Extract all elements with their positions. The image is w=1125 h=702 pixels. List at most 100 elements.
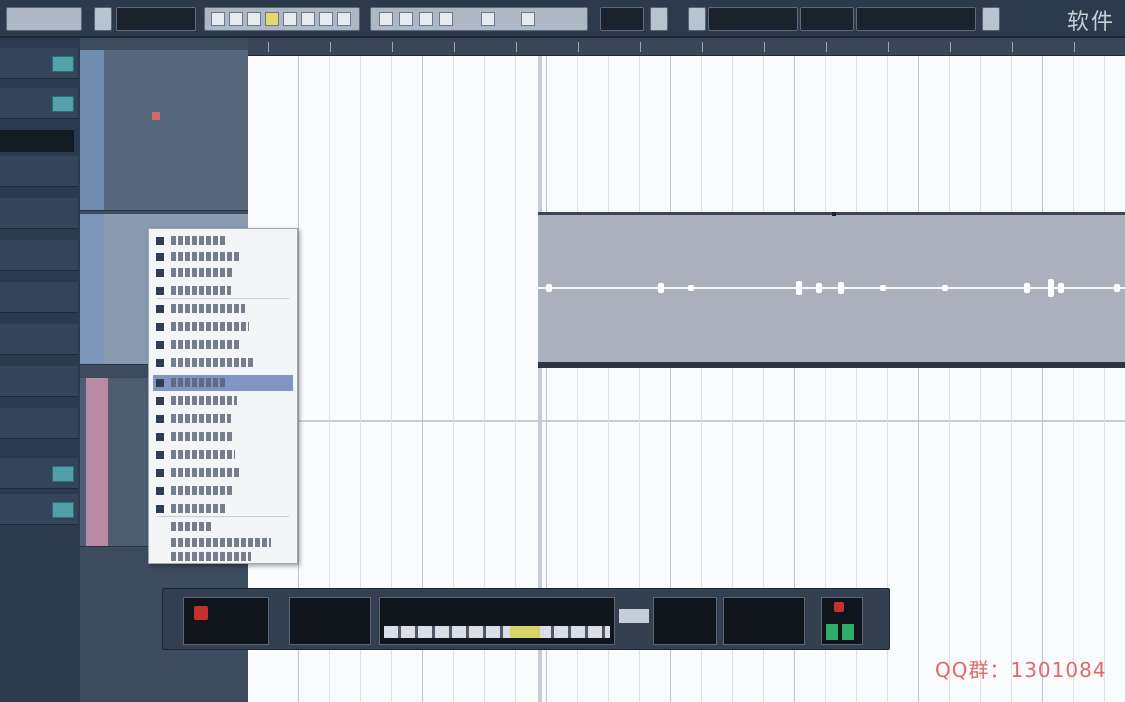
menu-item[interactable] bbox=[153, 375, 293, 391]
waveform-peak bbox=[1048, 279, 1054, 297]
toolbar-field-a[interactable] bbox=[600, 7, 644, 31]
menu-item[interactable] bbox=[153, 319, 293, 335]
grid-icon[interactable] bbox=[419, 12, 433, 26]
nudge-icon[interactable] bbox=[481, 12, 495, 26]
menu-item[interactable] bbox=[153, 411, 293, 427]
event-handle[interactable] bbox=[832, 212, 836, 216]
waveform-peak bbox=[838, 282, 844, 294]
transport-time-display bbox=[289, 597, 371, 645]
inspector-row[interactable] bbox=[0, 48, 78, 79]
toolbar-dropdown-button[interactable] bbox=[650, 7, 668, 31]
context-menu[interactable] bbox=[148, 228, 298, 564]
transport-meter bbox=[821, 597, 863, 645]
record-icon[interactable] bbox=[194, 606, 208, 620]
menu-item[interactable] bbox=[153, 355, 293, 371]
inspector-toggle[interactable] bbox=[52, 502, 74, 518]
erase-tool-icon[interactable] bbox=[283, 12, 297, 26]
menu-item-label bbox=[171, 450, 235, 459]
menu-item[interactable] bbox=[153, 337, 293, 353]
menu-item[interactable] bbox=[153, 465, 293, 481]
menu-item-icon bbox=[156, 341, 164, 349]
glue-tool-icon[interactable] bbox=[265, 12, 279, 26]
grid-line bbox=[1011, 56, 1012, 702]
record-enable-icon[interactable] bbox=[152, 112, 160, 120]
menu-separator bbox=[157, 298, 289, 299]
track-color-strip bbox=[86, 378, 108, 546]
menu-item[interactable] bbox=[153, 393, 293, 409]
inspector-row[interactable] bbox=[0, 156, 78, 187]
menu-item-icon bbox=[156, 253, 164, 261]
menu-item[interactable] bbox=[153, 483, 293, 499]
transport-buttons[interactable] bbox=[384, 626, 610, 638]
inspector-row[interactable] bbox=[0, 494, 78, 525]
toolbar-status-field bbox=[116, 7, 196, 31]
inspector-toggle[interactable] bbox=[52, 466, 74, 482]
menu-item[interactable] bbox=[153, 519, 293, 535]
inspector-row[interactable] bbox=[0, 240, 78, 271]
menu-item-label bbox=[171, 378, 225, 387]
menu-item-icon bbox=[156, 505, 164, 513]
play-button[interactable] bbox=[510, 626, 540, 638]
inspector-toggle[interactable] bbox=[52, 96, 74, 112]
ruler-tick bbox=[268, 42, 269, 52]
menu-item-label bbox=[171, 504, 227, 513]
split-tool-icon[interactable] bbox=[247, 12, 261, 26]
menu-item[interactable] bbox=[153, 265, 293, 281]
menu-item[interactable] bbox=[153, 549, 293, 565]
transport-main-controls bbox=[379, 597, 615, 645]
range-tool-icon[interactable] bbox=[229, 12, 243, 26]
menu-item-label bbox=[171, 522, 211, 531]
quantize-icon[interactable] bbox=[439, 12, 453, 26]
inspector-row[interactable] bbox=[0, 458, 78, 489]
inspector-row[interactable] bbox=[0, 198, 78, 229]
menu-item[interactable] bbox=[153, 429, 293, 445]
track-color-strip bbox=[80, 214, 104, 364]
ruler-tick bbox=[392, 42, 393, 52]
tempo-button[interactable] bbox=[619, 609, 649, 623]
inspector-row[interactable] bbox=[0, 408, 78, 439]
toolbar-toggle-button[interactable] bbox=[94, 7, 112, 31]
menu-item[interactable] bbox=[153, 283, 293, 299]
ruler-tick bbox=[888, 42, 889, 52]
snap-type-icon[interactable] bbox=[399, 12, 413, 26]
select-tool-icon[interactable] bbox=[211, 12, 225, 26]
menu-item-icon bbox=[156, 487, 164, 495]
ruler-tick bbox=[454, 42, 455, 52]
toolbar-extra-button[interactable] bbox=[982, 7, 1000, 31]
toolbar-mode-buttons[interactable] bbox=[6, 7, 82, 31]
inspector-row[interactable] bbox=[0, 88, 78, 119]
menu-item-label bbox=[171, 286, 231, 295]
timeline-ruler[interactable] bbox=[248, 38, 1125, 56]
inspector-row[interactable] bbox=[0, 366, 78, 397]
toolbar-field-c[interactable] bbox=[800, 7, 854, 31]
color-icon[interactable] bbox=[521, 12, 535, 26]
ruler-tick bbox=[330, 42, 331, 52]
toolbar-field-d[interactable] bbox=[856, 7, 976, 31]
inspector-toggle[interactable] bbox=[52, 56, 74, 72]
inspector-row[interactable] bbox=[0, 282, 78, 313]
menu-item[interactable] bbox=[153, 233, 293, 249]
menu-item[interactable] bbox=[153, 447, 293, 463]
menu-item[interactable] bbox=[153, 301, 293, 317]
menu-item-icon bbox=[156, 359, 164, 367]
waveform-peak bbox=[796, 281, 802, 295]
toolbar-option-button[interactable] bbox=[688, 7, 706, 31]
track-header-audio[interactable] bbox=[80, 50, 248, 211]
draw-tool-icon[interactable] bbox=[337, 12, 351, 26]
grid-line bbox=[918, 56, 919, 702]
menu-item-label bbox=[171, 552, 251, 561]
mute-tool-icon[interactable] bbox=[319, 12, 333, 26]
toolbar-field-b[interactable] bbox=[708, 7, 798, 31]
menu-item-icon bbox=[156, 433, 164, 441]
audio-event[interactable] bbox=[538, 212, 1125, 368]
transport-panel bbox=[162, 588, 890, 650]
menu-item[interactable] bbox=[153, 501, 293, 517]
menu-item-icon bbox=[156, 451, 164, 459]
ruler-tick bbox=[1012, 42, 1013, 52]
toolbar-snap-group bbox=[370, 7, 588, 31]
snap-icon[interactable] bbox=[379, 12, 393, 26]
menu-item[interactable] bbox=[153, 249, 293, 265]
zoom-tool-icon[interactable] bbox=[301, 12, 315, 26]
ruler-tick bbox=[764, 42, 765, 52]
inspector-row[interactable] bbox=[0, 324, 78, 355]
